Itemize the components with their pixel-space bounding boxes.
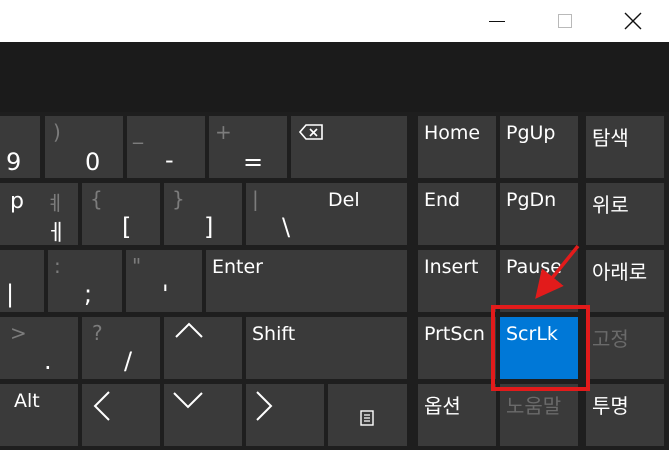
key-down-nav[interactable]: 아래로: [586, 250, 664, 312]
onscreen-keyboard: 9 ) 0 _ - + = Home PgUp 탐색 p ㅖ ㅔ { [ } ]: [0, 112, 669, 450]
key-end[interactable]: End: [418, 183, 496, 245]
key-equals[interactable]: + =: [209, 116, 287, 178]
key-transparent[interactable]: 투명: [586, 384, 664, 446]
key-period-shift-label: >: [10, 321, 27, 345]
maximize-button[interactable]: [542, 0, 588, 42]
key-transparent-label: 투명: [592, 394, 629, 418]
key-minus[interactable]: _ -: [127, 116, 205, 178]
key-shift-label: Shift: [252, 323, 296, 345]
title-bar: [0, 0, 669, 42]
key-p-shift-label: ㅖ: [46, 191, 65, 215]
minimize-button[interactable]: [474, 0, 520, 42]
key-left-edge-label: |: [6, 280, 15, 308]
key-pgup-label: PgUp: [506, 122, 556, 144]
key-end-label: End: [424, 189, 461, 211]
key-p[interactable]: p ㅖ ㅔ: [0, 183, 78, 245]
key-pgdn-label: PgDn: [506, 189, 557, 211]
key-options-label: 옵션: [424, 394, 461, 418]
key-pause-label: Pause: [506, 256, 562, 278]
key-p-hangul-label: ㅔ: [46, 221, 67, 245]
key-0-shift-label: ): [53, 120, 61, 144]
maximize-icon: [558, 14, 572, 28]
key-insert-label: Insert: [424, 256, 479, 278]
key-scrlk-label: ScrLk: [506, 323, 558, 345]
key-del-label: Del: [328, 189, 360, 211]
key-bracket-open-shift-label: {: [90, 187, 103, 211]
key-0[interactable]: ) 0: [45, 116, 123, 178]
key-9[interactable]: 9: [0, 116, 40, 178]
key-up-nav[interactable]: 위로: [586, 183, 664, 245]
key-fix[interactable]: 고정: [586, 317, 664, 379]
key-quote-shift-label: ": [132, 254, 142, 278]
key-enter-label: Enter: [212, 256, 263, 278]
key-pause[interactable]: Pause: [500, 250, 578, 312]
key-quote-label: ': [162, 280, 169, 308]
top-band: [0, 42, 669, 112]
key-menu[interactable]: [328, 384, 407, 446]
key-period-label: .: [44, 347, 52, 375]
key-home[interactable]: Home: [418, 116, 496, 178]
key-home-label: Home: [424, 122, 481, 144]
key-down-nav-label: 아래로: [592, 260, 648, 284]
key-scrlk[interactable]: ScrLk: [500, 317, 578, 379]
key-bracket-close-shift-label: }: [172, 187, 185, 211]
key-left-edge[interactable]: |: [0, 250, 44, 312]
key-backspace[interactable]: [291, 116, 407, 178]
key-backslash-shift-label: |: [252, 187, 259, 211]
key-options[interactable]: 옵션: [418, 384, 496, 446]
key-right-arrow[interactable]: [246, 384, 324, 446]
key-slash[interactable]: ? /: [82, 317, 160, 379]
key-del[interactable]: Del: [322, 183, 407, 245]
key-insert[interactable]: Insert: [418, 250, 496, 312]
key-semicolon[interactable]: : ;: [48, 250, 122, 312]
key-bracket-open-label: [: [122, 213, 132, 241]
menu-icon: [360, 410, 374, 426]
key-bracket-close[interactable]: } ]: [164, 183, 242, 245]
key-slash-shift-label: ?: [92, 321, 103, 345]
key-equals-shift-label: +: [215, 120, 232, 144]
key-p-label: p: [10, 189, 24, 214]
key-alt[interactable]: Alt: [0, 384, 78, 446]
minimize-icon: [489, 20, 505, 22]
key-bracket-open[interactable]: { [: [82, 183, 160, 245]
key-fix-label: 고정: [592, 327, 629, 351]
left-arrow-icon: [93, 391, 110, 421]
down-arrow-icon: [173, 392, 203, 409]
key-prtscn[interactable]: PrtScn: [418, 317, 496, 379]
key-help[interactable]: 노움말: [500, 384, 578, 446]
right-arrow-icon: [256, 391, 273, 421]
key-nav-label: 탐색: [592, 126, 629, 150]
key-minus-label: -: [165, 146, 174, 174]
key-bracket-close-label: ]: [204, 213, 214, 241]
key-backslash[interactable]: | \: [246, 183, 322, 245]
key-equals-label: =: [243, 148, 264, 176]
key-nav[interactable]: 탐색: [586, 116, 664, 178]
key-pgup[interactable]: PgUp: [500, 116, 578, 178]
key-up-nav-label: 위로: [592, 193, 629, 217]
key-period[interactable]: > .: [0, 317, 78, 379]
key-left-arrow[interactable]: [82, 384, 160, 446]
close-button[interactable]: [610, 0, 656, 42]
key-0-label: 0: [85, 148, 101, 176]
key-9-label: 9: [6, 148, 22, 176]
key-semicolon-label: ;: [84, 280, 93, 308]
key-enter[interactable]: Enter: [206, 250, 407, 312]
key-up-arrow[interactable]: [164, 317, 242, 379]
key-down-arrow[interactable]: [164, 384, 242, 446]
up-arrow-icon: [175, 322, 203, 338]
key-semicolon-shift-label: :: [54, 254, 61, 278]
key-backslash-label: \: [282, 213, 291, 241]
key-prtscn-label: PrtScn: [424, 323, 485, 345]
key-shift[interactable]: Shift: [246, 317, 407, 379]
key-quote[interactable]: " ': [126, 250, 202, 312]
close-icon: [624, 12, 642, 30]
key-alt-label: Alt: [14, 390, 40, 412]
backspace-icon: [299, 124, 323, 140]
key-slash-label: /: [124, 347, 133, 375]
key-pgdn[interactable]: PgDn: [500, 183, 578, 245]
key-help-label: 노움말: [506, 394, 562, 418]
key-minus-shift-label: _: [133, 120, 143, 144]
